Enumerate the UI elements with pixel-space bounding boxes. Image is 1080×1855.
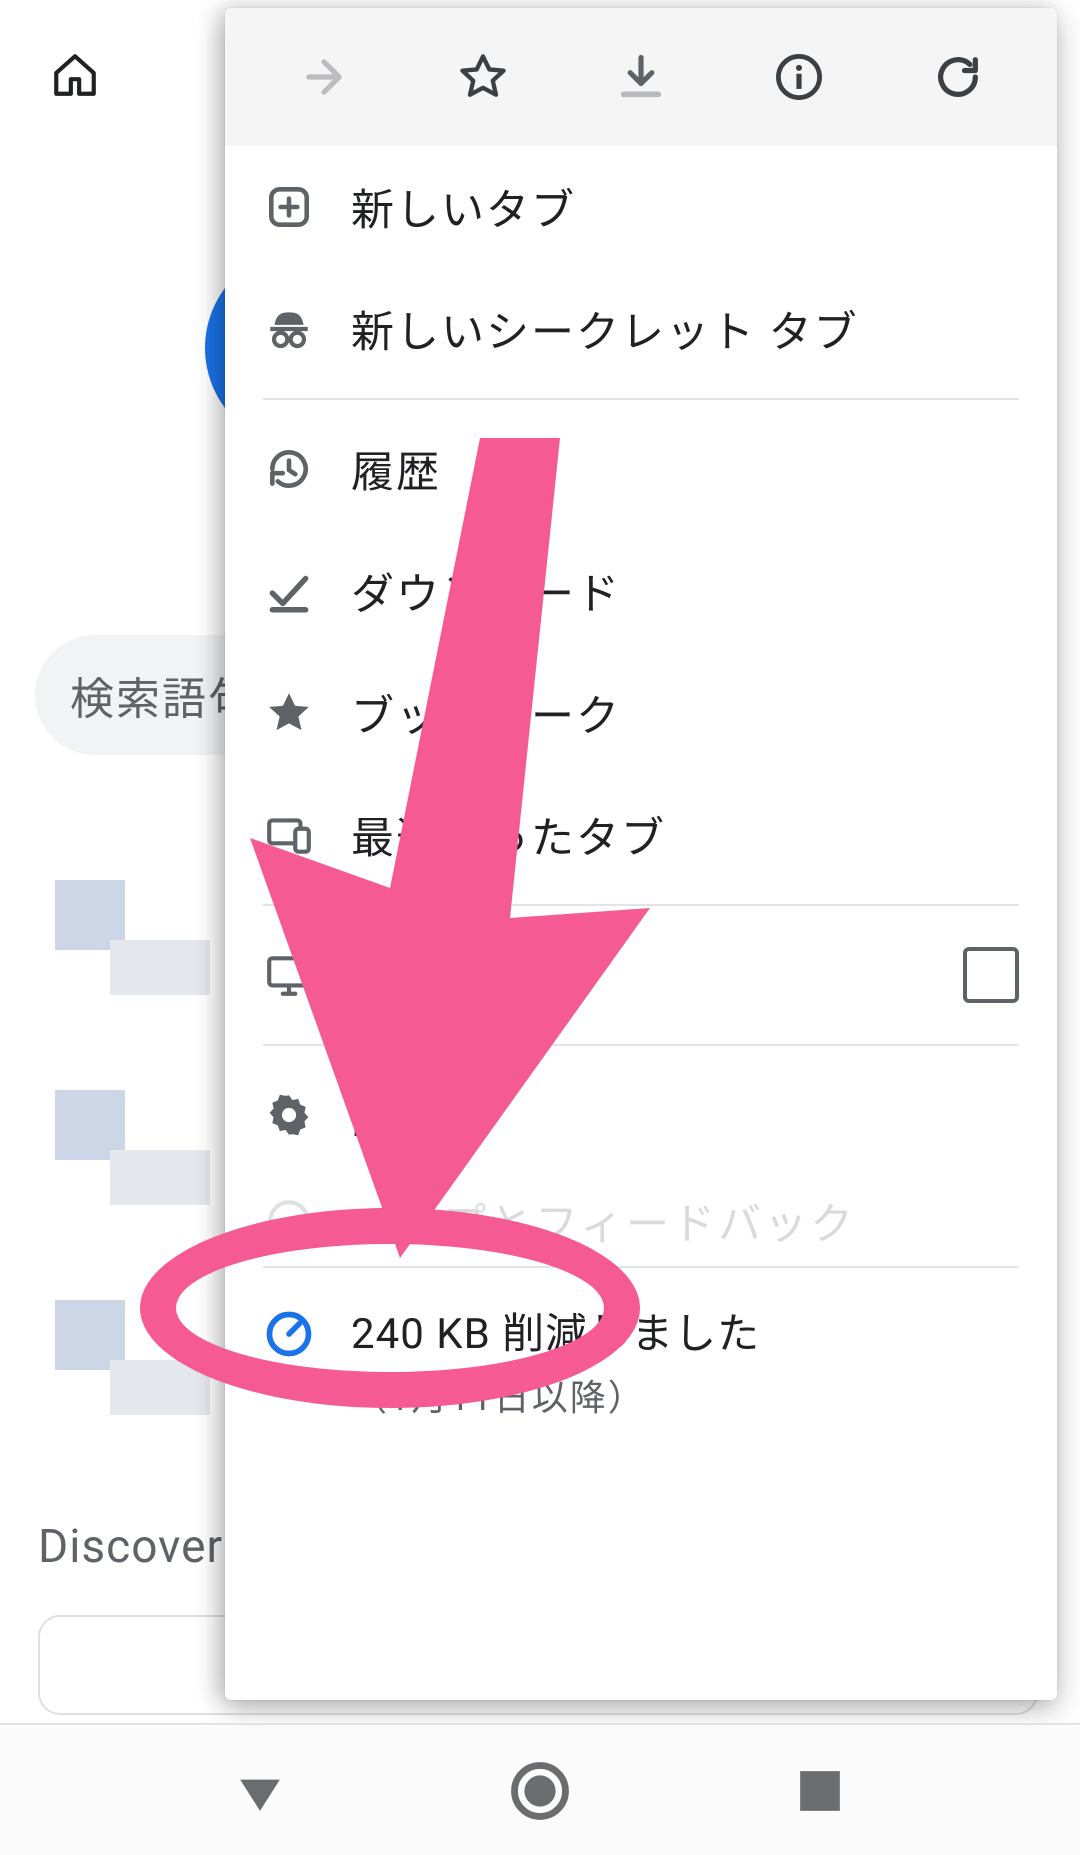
- menu-label: ブックマーク: [351, 682, 1019, 744]
- menu-label: ヘルプとフィードバック: [351, 1190, 1019, 1252]
- star-filled-icon: [263, 687, 315, 739]
- menu-item-help[interactable]: ヘルプとフィードバック: [225, 1176, 1057, 1266]
- devices-icon: [263, 809, 315, 861]
- downloads-done-icon: [263, 565, 315, 617]
- bookmark-star-button[interactable]: [443, 37, 523, 117]
- site-tiles: [40, 865, 215, 1425]
- menu-item-new-tab[interactable]: 新しいタブ: [225, 146, 1057, 268]
- discover-label: Discover: [38, 1520, 223, 1574]
- menu-label: PC 版サイト: [351, 944, 927, 1006]
- menu-label: 新しいシークレット タブ: [351, 298, 1019, 360]
- nav-back-button[interactable]: [225, 1756, 295, 1826]
- menu-item-recent-tabs[interactable]: 最近使ったタブ: [225, 774, 1057, 896]
- menu-label: 設定: [351, 1084, 1019, 1146]
- triangle-back-icon: [226, 1757, 294, 1825]
- data-saver-icon: [263, 1308, 315, 1360]
- page-info-button[interactable]: [759, 37, 839, 117]
- site-tile[interactable]: [40, 1285, 210, 1425]
- menu-label: 新しいタブ: [351, 176, 1019, 238]
- home-button[interactable]: [35, 35, 115, 115]
- menu-divider: [263, 1044, 1019, 1046]
- desktop-icon: [263, 949, 315, 1001]
- reload-button[interactable]: [918, 37, 998, 117]
- download-icon: [615, 51, 667, 103]
- nav-recents-button[interactable]: [785, 1756, 855, 1826]
- desktop-site-checkbox[interactable]: [963, 947, 1019, 1003]
- menu-divider: [263, 398, 1019, 400]
- reload-icon: [932, 51, 984, 103]
- menu-item-desktop-site[interactable]: PC 版サイト: [225, 914, 1057, 1036]
- content-divider: [0, 1723, 1080, 1725]
- forward-button[interactable]: [284, 37, 364, 117]
- nav-home-button[interactable]: [505, 1756, 575, 1826]
- incognito-icon: [263, 303, 315, 355]
- menu-item-data-saver[interactable]: 240 KB 削減しました （1月11日以降）: [225, 1276, 1057, 1451]
- star-icon: [457, 51, 509, 103]
- info-icon: [773, 51, 825, 103]
- overflow-menu: 新しいタブ 新しいシークレット タブ 履歴: [225, 8, 1057, 1700]
- menu-item-downloads[interactable]: ダウンロード: [225, 530, 1057, 652]
- menu-label: 最近使ったタブ: [351, 804, 1019, 866]
- help-icon: [263, 1195, 315, 1247]
- android-navbar: [0, 1727, 1080, 1855]
- history-icon: [263, 443, 315, 495]
- menu-item-history[interactable]: 履歴: [225, 408, 1057, 530]
- site-tile[interactable]: [40, 1075, 210, 1215]
- menu-divider: [263, 1266, 1019, 1268]
- download-button[interactable]: [601, 37, 681, 117]
- menu-divider: [263, 904, 1019, 906]
- arrow-forward-icon: [298, 51, 350, 103]
- data-saver-line2: （1月11日以降）: [351, 1369, 1019, 1421]
- circle-home-icon: [506, 1757, 574, 1825]
- new-tab-icon: [263, 181, 315, 233]
- gear-icon: [263, 1089, 315, 1141]
- data-saver-line1: 240 KB 削減しました: [351, 1300, 1019, 1361]
- menu-item-bookmarks[interactable]: ブックマーク: [225, 652, 1057, 774]
- square-recents-icon: [786, 1757, 854, 1825]
- menu-item-settings[interactable]: 設定: [225, 1054, 1057, 1176]
- menu-item-incognito[interactable]: 新しいシークレット タブ: [225, 268, 1057, 390]
- home-icon: [50, 50, 100, 100]
- menu-label: 履歴: [351, 438, 1019, 500]
- menu-label: ダウンロード: [351, 560, 1019, 622]
- menu-top-row: [225, 8, 1057, 146]
- site-tile[interactable]: [40, 865, 210, 1005]
